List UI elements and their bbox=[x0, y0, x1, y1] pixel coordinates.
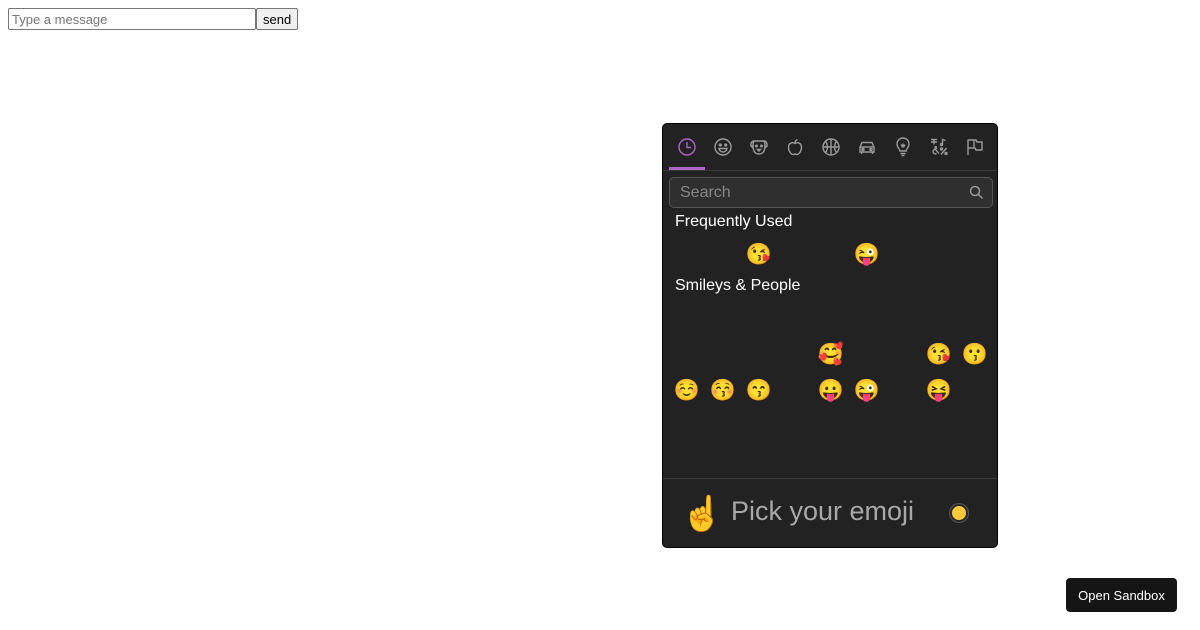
preview-emoji: ☝️ bbox=[681, 495, 724, 533]
apple-icon bbox=[787, 138, 803, 156]
tab-food[interactable] bbox=[777, 124, 813, 170]
tab-symbols[interactable] bbox=[921, 124, 957, 170]
category-nav bbox=[663, 124, 997, 171]
emoji-item[interactable]: 😘 bbox=[745, 241, 773, 269]
smileys-label: Smileys & People bbox=[675, 277, 801, 294]
emoji-item[interactable]: 😛 bbox=[817, 377, 845, 405]
tab-smileys[interactable] bbox=[705, 124, 741, 170]
open-sandbox-button[interactable]: Open Sandbox bbox=[1066, 578, 1177, 612]
emoji-item[interactable]: 🥰 bbox=[817, 341, 845, 369]
search-icon bbox=[969, 185, 984, 200]
emoji-item[interactable]: 😜 bbox=[853, 377, 881, 405]
basketball-icon bbox=[822, 138, 840, 156]
selected-tab-indicator bbox=[669, 167, 705, 170]
message-input[interactable] bbox=[8, 8, 256, 30]
skin-tone-button[interactable] bbox=[950, 504, 968, 522]
search-input[interactable] bbox=[670, 178, 960, 207]
tab-activity[interactable] bbox=[813, 124, 849, 170]
lightbulb-icon bbox=[896, 137, 910, 157]
message-compose: send bbox=[8, 8, 299, 30]
emoji-item[interactable]: 😘 bbox=[925, 341, 953, 369]
send-button[interactable]: send bbox=[256, 8, 299, 30]
search-box bbox=[669, 177, 993, 208]
car-icon bbox=[859, 141, 875, 154]
clock-icon bbox=[678, 138, 696, 156]
emoji-item[interactable]: 😚 bbox=[709, 377, 737, 405]
tab-flags[interactable] bbox=[957, 124, 993, 170]
emoji-item[interactable]: 😗 bbox=[961, 341, 989, 369]
dog-icon bbox=[750, 140, 768, 155]
emoji-item[interactable]: 😝 bbox=[925, 377, 953, 405]
smiley-icon bbox=[714, 138, 732, 156]
emoji-picker: Frequently Used 😘 😜 Smileys & People 🥰 😘… bbox=[662, 123, 998, 548]
tab-frequently-used[interactable] bbox=[669, 124, 705, 170]
flags-icon bbox=[967, 139, 983, 155]
symbols-icon bbox=[931, 138, 948, 156]
tab-travel[interactable] bbox=[849, 124, 885, 170]
preview-pane: ☝️ Pick your emoji bbox=[663, 478, 997, 547]
emoji-item[interactable]: ☺️ bbox=[673, 377, 701, 405]
preview-title: Pick your emoji bbox=[731, 496, 915, 526]
tab-animals[interactable] bbox=[741, 124, 777, 170]
emoji-item[interactable]: 😜 bbox=[853, 241, 881, 269]
tab-objects[interactable] bbox=[885, 124, 921, 170]
frequently-used-label: Frequently Used bbox=[675, 213, 793, 230]
emoji-item[interactable]: 😙 bbox=[745, 377, 773, 405]
